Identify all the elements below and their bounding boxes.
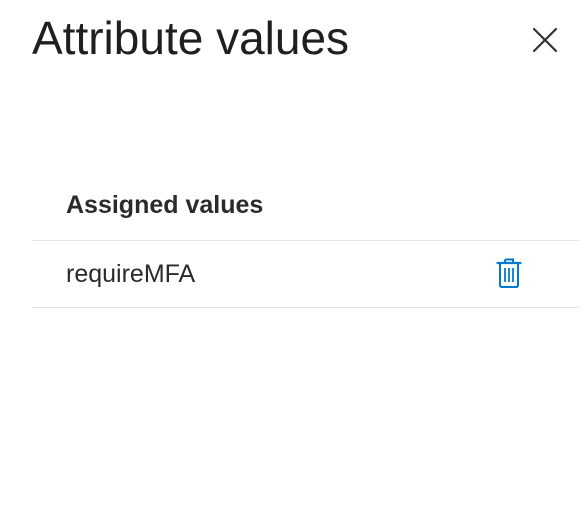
table-row: requireMFA (32, 241, 579, 308)
table-header-row: Assigned values (32, 170, 579, 241)
assigned-values-table: Assigned values requireMFA (32, 170, 579, 308)
trash-icon (496, 257, 522, 292)
close-icon (532, 27, 558, 56)
delete-value-button[interactable] (490, 255, 528, 293)
column-header-assigned-values: Assigned values (66, 190, 264, 219)
assigned-value-cell: requireMFA (66, 259, 196, 288)
panel-title: Attribute values (32, 12, 350, 64)
attribute-values-panel: Attribute values Assigned values require… (0, 0, 585, 515)
close-button[interactable] (526, 22, 564, 60)
